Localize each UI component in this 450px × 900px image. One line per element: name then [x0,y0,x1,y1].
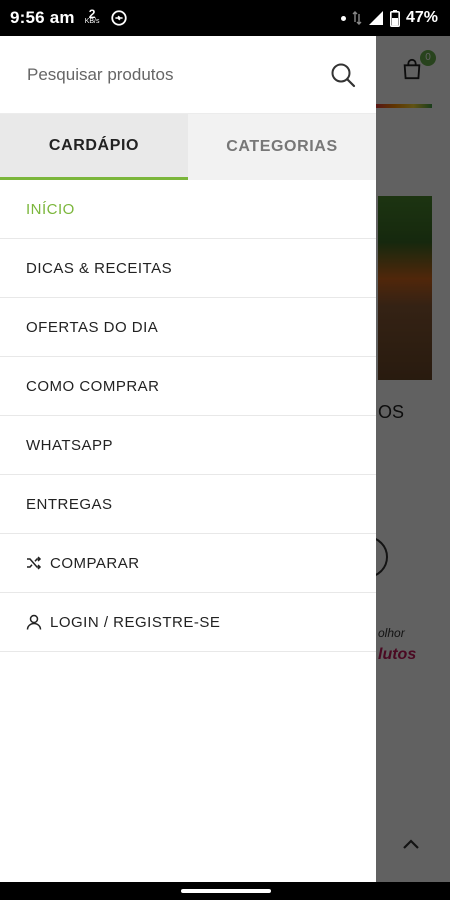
navigation-drawer: CARDÁPIO CATEGORIAS INÍCIO DICAS & RECEI… [0,36,376,882]
menu-item-label: LOGIN / REGISTRE-SE [50,613,221,631]
notification-dot-icon [340,15,346,21]
system-navigation-bar [0,882,450,900]
menu-item-inicio[interactable]: INÍCIO [0,180,376,239]
tab-categorias[interactable]: CATEGORIAS [188,114,376,180]
menu-item-como-comprar[interactable]: COMO COMPRAR [0,357,376,416]
status-bar: 9:56 am 2 KB/s 47% [0,0,450,36]
status-right: 47% [340,9,438,27]
data-arrows-icon [352,11,362,25]
battery-percent: 47% [405,9,438,26]
battery-icon [389,9,400,27]
tab-cardapio[interactable]: CARDÁPIO [0,114,188,180]
menu-item-ofertas-do-dia[interactable]: OFERTAS DO DIA [0,298,376,357]
user-icon [26,614,42,630]
network-speed: 2 KB/s [84,7,100,26]
signal-icon [368,11,383,25]
search-bar [0,36,376,114]
menu-item-dicas-receitas[interactable]: DICAS & RECEITAS [0,239,376,298]
menu-item-label: INÍCIO [26,200,75,218]
search-icon[interactable] [330,62,356,88]
menu-item-label: OFERTAS DO DIA [26,318,159,336]
search-input[interactable] [25,63,330,86]
menu-item-label: DICAS & RECEITAS [26,259,173,277]
drawer-tabs: CARDÁPIO CATEGORIAS [0,114,376,180]
drawer-menu: INÍCIO DICAS & RECEITAS OFERTAS DO DIA C… [0,180,376,652]
menu-item-label: WHATSAPP [26,436,114,454]
home-gesture-handle[interactable] [181,889,271,893]
menu-item-label: ENTREGAS [26,495,113,513]
network-speed-unit: KB/s [84,18,100,25]
menu-item-whatsapp[interactable]: WHATSAPP [0,416,376,475]
shuffle-icon [27,556,42,570]
data-saver-icon [110,10,127,26]
menu-item-label: COMO COMPRAR [26,377,160,395]
menu-item-entregas[interactable]: ENTREGAS [0,475,376,534]
status-time: 9:56 am [10,8,75,27]
menu-item-comparar[interactable]: COMPARAR [0,534,376,593]
menu-item-label: COMPARAR [50,554,140,572]
network-speed-value: 2 [88,7,96,21]
menu-item-login[interactable]: LOGIN / REGISTRE-SE [0,593,376,652]
